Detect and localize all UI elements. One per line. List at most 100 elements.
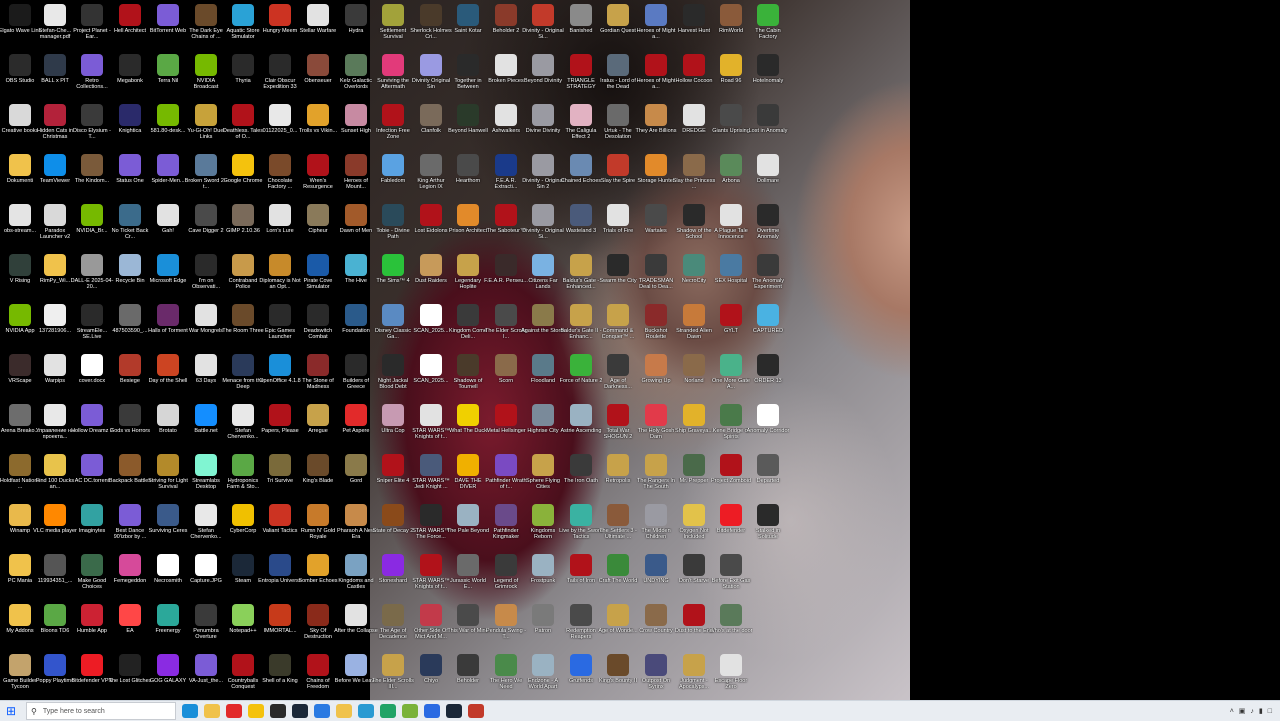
desktop-shortcut[interactable]: Gods vs Horrors	[110, 404, 150, 434]
desktop-shortcut[interactable]: What The Duck	[448, 404, 488, 434]
desktop-shortcut[interactable]: Disney Classic Ga...	[373, 304, 413, 340]
desktop-shortcut[interactable]: Hydroponics Farm & Sto...	[223, 454, 263, 490]
desktop-shortcut[interactable]: Grüffends	[561, 654, 601, 684]
desktop-shortcut[interactable]: VA-Just_the...	[186, 654, 226, 684]
desktop-shortcut[interactable]: The Hive	[336, 254, 376, 284]
desktop-shortcut[interactable]: Baldur's Gate II - Enhanc...	[560, 304, 602, 340]
desktop-shortcut[interactable]: DAVE THE DIVER	[448, 454, 488, 490]
desktop-shortcut[interactable]: Heroes of Might a...	[636, 54, 676, 90]
desktop-shortcut[interactable]: Saint Kotar	[448, 4, 488, 34]
desktop-shortcut[interactable]: The Age of Decadence	[373, 604, 413, 640]
desktop-shortcut[interactable]: Halls of Torment	[148, 304, 188, 334]
desktop-shortcut[interactable]: Highrise City	[523, 404, 563, 434]
desktop-shortcut[interactable]: Stefan Chervenko...	[186, 504, 226, 540]
desktop-shortcut[interactable]: Microsoft Edge	[148, 254, 188, 284]
desktop-shortcut[interactable]: Oxygen Not Included	[674, 504, 714, 540]
desktop-shortcut[interactable]: King Arthur Legion IX	[411, 154, 451, 190]
desktop-shortcut[interactable]: 63 Days	[186, 354, 226, 384]
desktop-shortcut[interactable]: Prison Architect	[448, 204, 488, 234]
desktop-shortcut[interactable]: Patron	[523, 604, 563, 634]
desktop-shortcut[interactable]: Astrie Ascending	[561, 404, 601, 434]
desktop-shortcut[interactable]: Kingdom Come Deli...	[448, 304, 488, 340]
desktop-shortcut[interactable]: Day of the Shell	[148, 354, 188, 384]
desktop-shortcut[interactable]: Gah!	[148, 204, 188, 234]
desktop-shortcut[interactable]: F.E.A.R. Extracti...	[486, 154, 526, 190]
desktop-shortcut[interactable]: Outpost On Syrinx	[636, 654, 676, 690]
desktop-shortcut[interactable]: Kingdoms Reborn	[523, 504, 563, 540]
desktop-shortcut[interactable]: Hydra	[336, 4, 376, 34]
desktop-shortcut[interactable]: A Plague Tale Innocence	[711, 204, 751, 240]
desktop-shortcut[interactable]: Beholder	[448, 654, 488, 684]
desktop-shortcut[interactable]: Command & Conquer™ ...	[598, 304, 638, 340]
desktop-shortcut[interactable]: Pendula Swing - T...	[486, 604, 526, 640]
vscode-icon[interactable]	[314, 704, 330, 718]
desktop-shortcut[interactable]: GYLT	[711, 304, 751, 334]
desktop-shortcut[interactable]: The Holy Gosh Darn	[636, 404, 676, 440]
desktop-shortcut[interactable]: Google Chrome	[223, 154, 263, 184]
desktop-shortcut[interactable]: Knightica	[110, 104, 150, 134]
desktop-shortcut[interactable]: Ship Graveya...	[674, 404, 714, 434]
desktop-shortcut[interactable]: The Stone of Madness	[298, 354, 338, 390]
desktop-shortcut[interactable]: Necrosmith	[148, 554, 188, 584]
desktop-shortcut[interactable]: Clanfolk	[411, 104, 451, 134]
desktop-shortcut[interactable]: Before Exit Gas Station	[711, 554, 751, 590]
desktop-shortcut[interactable]: Legendary Hoplite	[448, 254, 488, 290]
desktop-shortcut[interactable]: Stoneshard	[373, 554, 413, 584]
desktop-shortcut[interactable]: Chains of Freedom	[298, 654, 338, 690]
desktop-shortcut[interactable]: STAR WARS™ The Force...	[411, 504, 451, 540]
desktop-shortcut[interactable]: Stellar Warfare	[298, 4, 338, 34]
desktop-shortcut[interactable]: Mr. Prepper	[674, 454, 714, 484]
desktop-shortcut[interactable]: Stranded Alien Dawn	[674, 304, 714, 340]
desktop-shortcut[interactable]: This War of Mine	[447, 604, 489, 634]
desktop-shortcut[interactable]: Broken Sword 2 - t...	[185, 154, 227, 190]
desktop-shortcut[interactable]: Arregue	[298, 404, 338, 434]
steam-icon[interactable]	[292, 704, 308, 718]
desktop-shortcut[interactable]: Hollow Dreamz 2	[71, 404, 113, 434]
desktop-shortcut[interactable]: Lost Eidolons	[411, 204, 451, 234]
desktop-shortcut[interactable]: Total War SHOGUN 2	[598, 404, 638, 440]
desktop-shortcut[interactable]: TRADESMAN Deal to Dea...	[636, 254, 676, 290]
desktop-shortcut[interactable]: Femegeddon	[110, 554, 150, 584]
desktop-shortcut[interactable]: Paradox Launcher v2	[35, 204, 75, 240]
desktop-shortcut[interactable]: Menace from the Deep	[222, 354, 264, 390]
desktop-shortcut[interactable]: Shell of a King	[260, 654, 300, 684]
desktop-shortcut[interactable]: Judgment - Apocalyps...	[674, 654, 714, 690]
volume-icon[interactable]: ♪	[1250, 708, 1254, 715]
desktop-shortcut[interactable]: 137281906...	[35, 304, 75, 334]
desktop-shortcut[interactable]: Chocolate Factory ...	[260, 154, 300, 190]
desktop-shortcut[interactable]: Hollow Cocoon	[674, 54, 714, 84]
desktop-shortcut[interactable]: Swarm the City	[598, 254, 638, 284]
desktop-shortcut[interactable]: Valiant Tactics	[260, 504, 300, 534]
desktop-shortcut[interactable]: Dust to the End	[674, 604, 714, 634]
desktop-shortcut[interactable]: The Caligula Effect 2	[561, 104, 601, 140]
desktop-shortcut[interactable]: Dust Raiders	[411, 254, 451, 284]
desktop-shortcut[interactable]: cover.docx	[72, 354, 112, 384]
desktop-shortcut[interactable]: Settlement Survival	[373, 4, 413, 40]
desktop-shortcut[interactable]: Papers, Please	[260, 404, 300, 434]
desktop-shortcut[interactable]: Backpack Battles	[109, 454, 151, 484]
windows-start-icon[interactable]: ⊞	[0, 701, 22, 721]
desktop-shortcut[interactable]: Anomaly Corridor	[747, 404, 789, 434]
desktop-shortcut[interactable]: 581.80-desk...	[148, 104, 188, 134]
desktop-shortcut[interactable]: TRIANGLE STRATEGY	[561, 54, 601, 90]
desktop-shortcut[interactable]: Banished	[561, 4, 601, 34]
desktop-shortcut[interactable]: Fabledom	[373, 154, 413, 184]
desktop-shortcut[interactable]: Endzone - A World Apart	[523, 654, 563, 690]
desktop-shortcut[interactable]: Gord	[336, 454, 376, 484]
desktop-shortcut[interactable]: Clair Obscur Expedition 33	[260, 54, 300, 90]
desktop-shortcut[interactable]: Who's at the door	[710, 604, 752, 634]
desktop-shortcut[interactable]: The Room Three	[222, 304, 264, 334]
desktop-shortcut[interactable]: Dawn of Men	[336, 204, 376, 234]
desktop-shortcut[interactable]: CyberCorp	[223, 504, 263, 534]
desktop-shortcut[interactable]: Striving for Light Survival	[148, 454, 188, 490]
desktop-shortcut[interactable]: Dollmare	[748, 154, 788, 184]
desktop-shortcut[interactable]: Sky Of Destruction	[298, 604, 338, 640]
desktop-shortcut[interactable]: Tobie - Divine Path	[373, 204, 413, 240]
desktop-shortcut[interactable]: War Mongrels	[186, 304, 226, 334]
desktop-shortcut[interactable]: The Pale Beyond	[447, 504, 489, 534]
desktop-shortcut[interactable]: Night Jackal Blood Debt	[373, 354, 413, 390]
desktop-shortcut[interactable]: CAPTURED	[748, 304, 788, 334]
desktop-shortcut[interactable]: Humble App	[72, 604, 112, 634]
desktop-shortcut[interactable]: SCAN_2025...	[411, 304, 451, 334]
desktop-shortcut[interactable]: StreamEle... SE.Live	[72, 304, 112, 340]
